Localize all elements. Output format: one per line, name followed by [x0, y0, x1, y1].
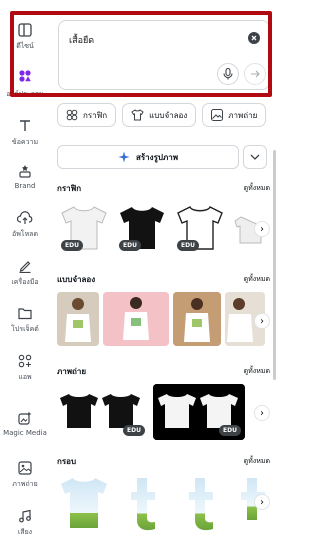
- rail-label: ดีไซน์: [16, 42, 34, 50]
- elements-panel: เสื้อยืด กราฟิก แบบจำลอง ภาพถ่าย สร้างรู…: [50, 0, 278, 536]
- rail-item-projects[interactable]: โปรเจ็คต์: [0, 305, 50, 335]
- mockups-row: [57, 292, 271, 346]
- submit-button[interactable]: [244, 63, 266, 85]
- create-image-button[interactable]: สร้างรูปภาพ: [57, 145, 239, 169]
- panel-scrollbar[interactable]: [273, 150, 276, 380]
- microphone-button[interactable]: [217, 63, 239, 85]
- chip-mockups[interactable]: แบบจำลอง: [122, 103, 197, 127]
- side-rail: ดีไซน์ องค์ประกอบ ข้อความ Brand อัพโหลด …: [0, 0, 50, 536]
- photo-icon: [17, 460, 33, 476]
- rail-item-design[interactable]: ดีไซน์: [0, 22, 50, 52]
- edu-badge: EDU: [61, 240, 83, 251]
- rail-label: Brand: [14, 182, 36, 190]
- rail-label: ภาพถ่าย: [12, 480, 38, 488]
- folder-icon: [17, 305, 33, 321]
- rail-label: โปรเจ็คต์: [11, 325, 39, 333]
- photo-black-tshirts[interactable]: EDU: [57, 384, 149, 440]
- magic-media-icon: [17, 410, 33, 426]
- rail-item-audio[interactable]: เสียง: [0, 508, 50, 536]
- arrow-right-icon: [251, 70, 260, 78]
- section-title-mockups: แบบจำลอง: [57, 275, 96, 284]
- rail-item-draw[interactable]: เครื่องมือ: [0, 258, 50, 288]
- rail-label: เครื่องมือ: [11, 278, 39, 286]
- text-icon: [17, 118, 33, 134]
- apps-icon: [17, 353, 33, 369]
- rail-item-upload[interactable]: อัพโหลด: [0, 210, 50, 240]
- mockup-image[interactable]: [173, 292, 221, 346]
- frame-letter-t[interactable]: [173, 472, 227, 532]
- draw-icon: [17, 258, 33, 274]
- next-graphics-button[interactable]: ›: [254, 221, 270, 237]
- see-all-photos[interactable]: ดูทั้งหมด: [244, 366, 270, 377]
- graphics-row: EDU EDU EDU: [57, 199, 271, 255]
- rail-item-apps[interactable]: แอพ: [0, 353, 50, 383]
- elements-icon: [14, 66, 36, 86]
- clear-icon[interactable]: [248, 32, 260, 44]
- tshirt-icon: [131, 109, 144, 121]
- section-title-photos: ภาพถ่าย: [57, 367, 87, 376]
- chip-label: แบบจำลอง: [149, 110, 188, 120]
- edu-badge: EDU: [177, 240, 199, 251]
- frame-tshirt[interactable]: [57, 472, 111, 532]
- mockup-image[interactable]: [103, 292, 169, 346]
- create-image-row: สร้างรูปภาพ: [57, 145, 267, 169]
- rail-label: องค์ประกอบ: [6, 90, 44, 98]
- chip-label: ภาพถ่าย: [228, 110, 258, 120]
- filter-chips: กราฟิก แบบจำลอง ภาพถ่าย: [57, 103, 267, 127]
- photos-row: EDU EDU: [57, 384, 271, 440]
- next-photos-button[interactable]: ›: [254, 405, 270, 421]
- see-all-frames[interactable]: ดูทั้งหมด: [244, 456, 270, 467]
- frame-letter-t[interactable]: [115, 472, 169, 532]
- audio-icon: [17, 508, 33, 524]
- edu-badge: EDU: [219, 425, 241, 436]
- rail-label: เสียง: [17, 528, 33, 536]
- photo-white-tshirts[interactable]: EDU: [153, 384, 245, 440]
- graphic-black-tshirt[interactable]: EDU: [115, 199, 169, 255]
- shapes-icon: [66, 109, 78, 121]
- mockup-image[interactable]: [57, 292, 99, 346]
- create-options-dropdown[interactable]: [243, 145, 267, 169]
- graphic-outline-tshirt[interactable]: EDU: [173, 199, 227, 255]
- upload-icon: [17, 210, 33, 226]
- search-box[interactable]: เสื้อยืด: [58, 20, 270, 90]
- create-image-label: สร้างรูปภาพ: [136, 152, 178, 162]
- see-all-mockups[interactable]: ดูทั้งหมด: [244, 274, 270, 285]
- section-title-graphics: กราฟิก: [57, 184, 82, 193]
- rail-label: Magic Media: [3, 429, 47, 437]
- rail-item-brand[interactable]: Brand: [0, 163, 50, 190]
- chip-label: กราฟิก: [83, 110, 108, 120]
- next-mockups-button[interactable]: ›: [254, 313, 270, 329]
- brand-icon: [17, 163, 33, 179]
- chip-graphics[interactable]: กราฟิก: [57, 103, 117, 127]
- microphone-icon: [223, 68, 233, 80]
- rail-item-text[interactable]: ข้อความ: [0, 118, 50, 148]
- sparkle-icon: [118, 151, 130, 163]
- rail-item-magic-media[interactable]: Magic Media: [0, 410, 50, 437]
- next-frames-button[interactable]: ›: [254, 494, 270, 510]
- chevron-down-icon: [250, 154, 260, 160]
- rail-label: อัพโหลด: [11, 230, 39, 238]
- layout-icon: [17, 22, 33, 38]
- rail-label: แอพ: [18, 373, 32, 381]
- search-input[interactable]: เสื้อยืด: [69, 33, 94, 47]
- section-title-frames: กรอบ: [57, 457, 77, 466]
- see-all-graphics[interactable]: ดูทั้งหมด: [244, 183, 270, 194]
- chip-photos[interactable]: ภาพถ่าย: [202, 103, 267, 127]
- rail-label: ข้อความ: [11, 138, 39, 146]
- frames-row: [57, 472, 271, 532]
- photo-icon: [211, 109, 224, 121]
- rail-item-elements[interactable]: องค์ประกอบ: [0, 66, 50, 100]
- rail-item-photos[interactable]: ภาพถ่าย: [0, 460, 50, 490]
- graphic-white-tshirt[interactable]: EDU: [57, 199, 111, 255]
- edu-badge: EDU: [123, 425, 145, 436]
- edu-badge: EDU: [119, 240, 141, 251]
